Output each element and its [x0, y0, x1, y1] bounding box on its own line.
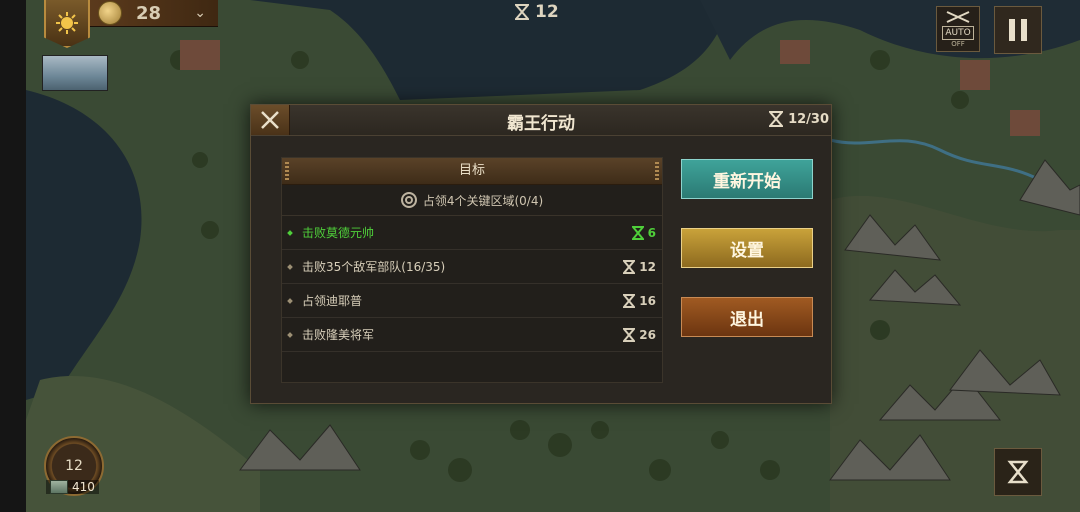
settings-button[interactable]: 设置 [681, 228, 813, 268]
turn-counter: 12 [515, 2, 559, 22]
coin-bar[interactable]: 28 ⌄ [90, 0, 218, 27]
sub-objective-text: 击败隆美将军 [302, 328, 375, 342]
dialog-title: 霸王行动 [507, 114, 575, 134]
dialog-turn-counter: 12/30 [769, 111, 829, 127]
sub-objective-turns: 26 [623, 327, 656, 342]
objectives-panel: 目标 占领4个关键区域(0/4) 击败莫德元帅 6 击败35个敌军部队(16/3… [281, 157, 663, 383]
coin-count: 28 [136, 2, 162, 24]
header-ornament-right [655, 162, 659, 180]
turn-top-value: 12 [535, 2, 559, 22]
bullet-icon [287, 229, 293, 236]
resource-icon [50, 480, 68, 494]
header-ornament-left [285, 162, 289, 180]
sub-objective-row: 击败隆美将军 26 [282, 318, 662, 352]
hourglass-icon [1007, 460, 1029, 484]
chevron-down-icon[interactable]: ⌄ [194, 5, 206, 21]
sub-objective-text: 击败莫德元帅 [302, 226, 375, 240]
screen-edge [0, 0, 26, 512]
sub-objective-turns-value: 12 [639, 259, 656, 274]
sub-objective-turns: 16 [623, 293, 656, 308]
exit-button[interactable]: 退出 [681, 297, 813, 337]
medal-turn-value: 12 [65, 458, 83, 474]
sun-emblem-icon [56, 12, 78, 34]
sub-objective-turns: 12 [623, 259, 656, 274]
coin-icon [98, 1, 122, 25]
auto-state: OFF [951, 39, 965, 48]
pause-button[interactable] [994, 6, 1042, 54]
main-objective-text: 占领4个关键区域(0/4) [422, 193, 544, 208]
auto-battle-button[interactable]: AUTO OFF [936, 6, 980, 52]
bullet-icon [287, 297, 293, 304]
objectives-header-label: 目标 [458, 163, 485, 178]
hourglass-icon [515, 4, 529, 20]
bullet-icon [287, 331, 293, 338]
dialog-header: 霸王行动 12/30 [251, 105, 831, 136]
resource-value: 410 [72, 480, 95, 494]
sub-objective-row: 击败莫德元帅 6 [282, 216, 662, 250]
sub-objective-turns: 6 [631, 225, 656, 240]
objectives-header: 目标 [282, 158, 662, 185]
bullet-icon [287, 263, 293, 270]
dialog-turns-value: 12/30 [788, 111, 829, 127]
sub-objective-row: 占领迪耶普 16 [282, 284, 662, 318]
flag-icon [631, 225, 644, 240]
target-icon [400, 192, 417, 208]
auto-soldiers-icon [946, 10, 970, 23]
sub-objective-turns-value: 26 [639, 327, 656, 342]
sub-objective-row: 击败35个敌军部队(16/35) 12 [282, 250, 662, 284]
restart-button[interactable]: 重新开始 [681, 159, 813, 199]
sub-objective-turns-value: 6 [647, 225, 656, 240]
end-turn-button[interactable] [994, 448, 1042, 496]
sub-objective-turns-value: 16 [639, 293, 656, 308]
operation-dialog: 霸王行动 12/30 目标 占领4个关键区域(0/4) 击败莫德元帅 6 击败3… [250, 104, 832, 404]
auto-label: AUTO [942, 25, 974, 40]
event-thumbnail[interactable] [42, 55, 108, 91]
sub-objective-text: 占领迪耶普 [302, 294, 363, 308]
resource-counter: 410 [46, 480, 99, 494]
pause-icon-bar [1021, 19, 1027, 41]
hourglass-icon [623, 327, 636, 342]
hourglass-icon [769, 111, 784, 127]
main-objective: 占领4个关键区域(0/4) [282, 185, 662, 216]
pause-icon [1009, 19, 1015, 41]
hourglass-icon [623, 293, 636, 308]
sub-objective-text: 击败35个敌军部队(16/35) [302, 260, 446, 274]
hourglass-icon [623, 259, 636, 274]
